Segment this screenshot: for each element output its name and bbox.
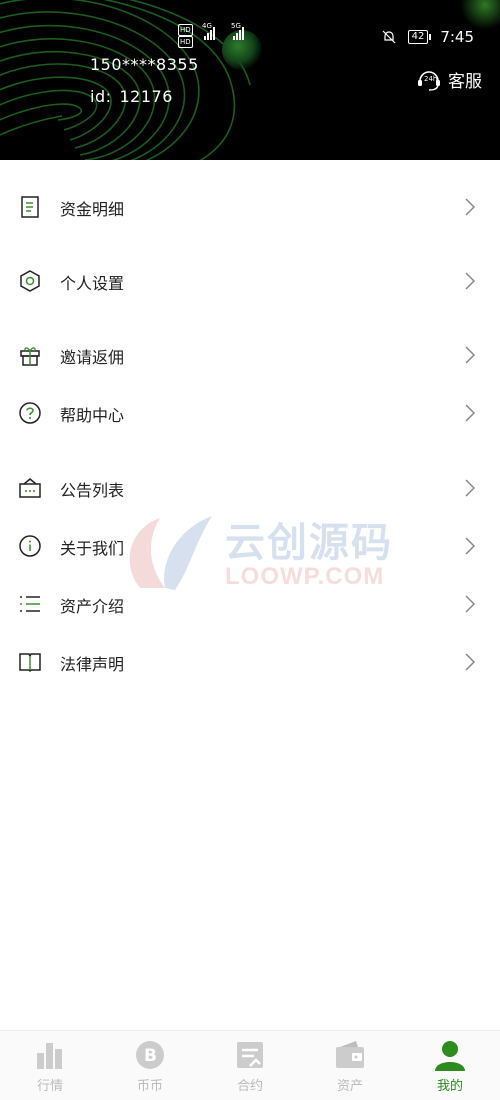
chevron-right-icon bbox=[465, 595, 476, 613]
signal-1: 4G bbox=[200, 22, 215, 40]
user-id-label: id: bbox=[90, 87, 112, 106]
status-bar: HD HD 4G 5G 42 7:45 bbox=[0, 22, 500, 52]
tab-label: 我的 bbox=[436, 1079, 463, 1094]
menu-item-announcements[interactable]: 公告列表 bbox=[0, 466, 500, 510]
menu-item-legal-statement[interactable]: 法律声明 bbox=[0, 640, 500, 684]
info-icon bbox=[19, 535, 41, 557]
user-id: id: 12176 bbox=[90, 87, 173, 106]
chevron-right-icon bbox=[465, 404, 476, 422]
menu-item-label: 法律声明 bbox=[60, 655, 125, 674]
battery-indicator: 42 bbox=[407, 30, 432, 44]
chevron-right-icon bbox=[465, 479, 476, 497]
menu-item-label: 资金明细 bbox=[60, 200, 125, 219]
menu-item-label: 个人设置 bbox=[60, 274, 125, 293]
help-circle-icon bbox=[19, 402, 41, 424]
menu-item-label: 邀请返佣 bbox=[60, 348, 125, 367]
signal-2: 5G bbox=[229, 22, 244, 40]
profile-header: HD HD 4G 5G 42 7:45 150****8355 id: 12176 bbox=[0, 0, 500, 160]
list-icon bbox=[20, 596, 40, 612]
bitcoin-icon: B bbox=[136, 1041, 164, 1069]
tab-spot[interactable]: B 币币 bbox=[100, 1031, 200, 1100]
customer-service-label: 客服 bbox=[448, 71, 482, 92]
bar-chart-icon bbox=[37, 1043, 62, 1069]
hexagon-settings-icon bbox=[20, 270, 40, 292]
tab-assets[interactable]: 资产 bbox=[300, 1031, 400, 1100]
chevron-right-icon bbox=[465, 346, 476, 364]
book-icon bbox=[19, 653, 41, 673]
chevron-right-icon bbox=[465, 272, 476, 290]
tab-label: 币币 bbox=[136, 1079, 163, 1094]
tab-mine[interactable]: 我的 bbox=[400, 1031, 500, 1100]
menu-item-label: 帮助中心 bbox=[60, 406, 125, 425]
menu-item-label: 公告列表 bbox=[60, 481, 125, 500]
customer-service-button[interactable]: 24h 客服 bbox=[416, 66, 482, 92]
tab-label: 合约 bbox=[236, 1079, 263, 1094]
wallet-icon bbox=[336, 1041, 364, 1068]
user-id-value: 12176 bbox=[119, 87, 173, 106]
gift-icon bbox=[20, 347, 40, 366]
menu-item-label: 资产介绍 bbox=[60, 597, 125, 616]
chevron-right-icon bbox=[465, 198, 476, 216]
menu-item-asset-intro[interactable]: 资产介绍 bbox=[0, 582, 500, 626]
menu-item-personal-settings[interactable]: 个人设置 bbox=[0, 259, 500, 303]
hd-indicator: HD HD bbox=[178, 24, 193, 48]
signal-indicators: 4G 5G bbox=[200, 22, 244, 40]
menu-item-invite-rebate[interactable]: 邀请返佣 bbox=[0, 333, 500, 377]
menu-item-label: 关于我们 bbox=[60, 539, 125, 558]
chevron-right-icon bbox=[465, 537, 476, 555]
menu-item-about-us[interactable]: 关于我们 bbox=[0, 524, 500, 568]
svg-text:B: B bbox=[144, 1046, 157, 1066]
chevron-right-icon bbox=[465, 653, 476, 671]
tab-label: 行情 bbox=[36, 1079, 63, 1094]
announcement-icon bbox=[19, 478, 41, 498]
bottom-tab-bar: 行情 B 币币 合约 资产 我的 bbox=[0, 1030, 500, 1100]
clock: 7:45 bbox=[440, 28, 474, 46]
document-icon bbox=[21, 196, 39, 218]
menu-item-fund-details[interactable]: 资金明细 bbox=[0, 185, 500, 229]
user-icon bbox=[435, 1041, 465, 1071]
tab-label: 资产 bbox=[336, 1079, 363, 1094]
tab-market[interactable]: 行情 bbox=[0, 1031, 100, 1100]
svg-text:24h: 24h bbox=[424, 75, 437, 83]
24h-headset-icon: 24h bbox=[418, 71, 440, 91]
menu-item-help-center[interactable]: 帮助中心 bbox=[0, 391, 500, 435]
mute-bell-icon bbox=[382, 30, 396, 44]
user-phone: 150****8355 bbox=[90, 55, 199, 74]
tab-contract[interactable]: 合约 bbox=[200, 1031, 300, 1100]
contract-icon bbox=[237, 1042, 263, 1068]
